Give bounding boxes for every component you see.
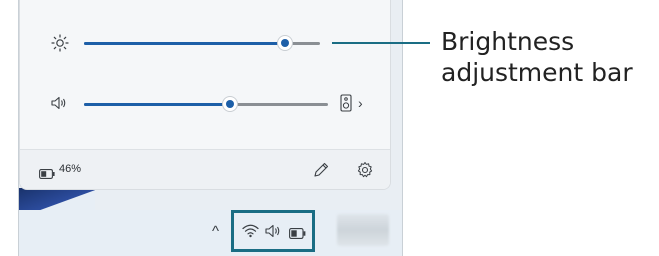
brightness-slider-fill (84, 42, 285, 45)
speaker-icon[interactable] (51, 96, 69, 115)
tray-highlight-box (231, 210, 315, 252)
callout-label: Brightness adjustment bar (441, 26, 633, 88)
pencil-icon[interactable] (312, 161, 330, 184)
sun-icon (51, 34, 69, 57)
figure: › 46% ^ Brightness adjustment bar (0, 0, 659, 256)
callout-label-line1: Brightness (441, 27, 575, 56)
brightness-slider[interactable] (84, 35, 320, 51)
volume-more-chevron-icon[interactable]: › (358, 96, 363, 110)
brightness-slider-thumb[interactable] (277, 35, 293, 51)
battery-icon[interactable] (39, 166, 55, 184)
speaker-device-icon[interactable] (340, 94, 352, 117)
quick-settings-flyout: › 46% (19, 0, 391, 190)
volume-slider[interactable] (84, 96, 328, 112)
volume-slider-thumb[interactable] (222, 96, 238, 112)
gear-icon[interactable] (356, 161, 374, 184)
callout-line (332, 42, 430, 44)
clock-area[interactable] (337, 214, 389, 246)
callout-label-line2: adjustment bar (441, 58, 633, 87)
windows-screenshot: › 46% ^ (18, 0, 403, 256)
show-hidden-icons-chevron-icon[interactable]: ^ (212, 224, 219, 239)
volume-slider-fill (84, 103, 230, 106)
battery-percent: 46% (59, 163, 82, 175)
